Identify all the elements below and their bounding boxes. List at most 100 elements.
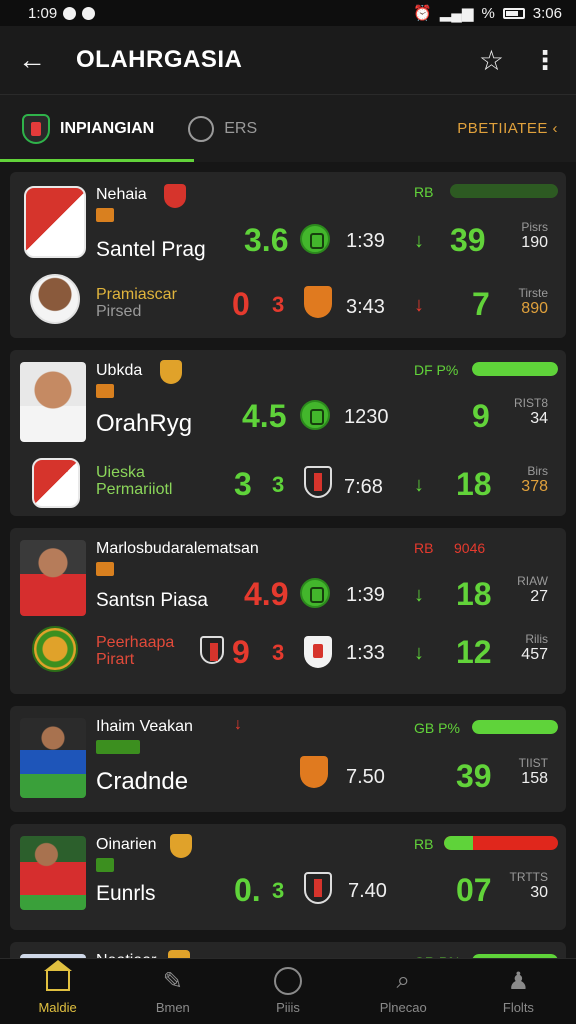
stat-value: 30 bbox=[530, 884, 548, 901]
team-name: OrahRyg bbox=[96, 410, 193, 437]
stat-label: Pisrs bbox=[521, 220, 548, 234]
team-name: Santsn Piasa bbox=[96, 590, 208, 612]
tab-label: INPIANGIAN bbox=[60, 119, 155, 137]
tab-inpiangian[interactable]: INPIANGIAN bbox=[22, 95, 154, 162]
player-photo bbox=[20, 836, 86, 910]
score: 0 bbox=[232, 286, 250, 322]
team-line2: Pirsed bbox=[96, 303, 142, 320]
arrow-down-icon: ↓ bbox=[414, 642, 424, 664]
avatar bbox=[30, 274, 80, 324]
search-icon: ⌕ bbox=[396, 967, 410, 994]
nav-label: Flolts bbox=[502, 1000, 534, 1015]
points: 18 bbox=[456, 466, 492, 502]
tab-right-link[interactable]: PBETIIATEE ‹ bbox=[457, 120, 558, 137]
stat-value: 378 bbox=[521, 478, 548, 495]
nav-label: Maldie bbox=[38, 1000, 77, 1015]
status-percent: % bbox=[481, 4, 495, 22]
back-arrow-icon[interactable]: ← bbox=[18, 44, 62, 76]
stat-value: 890 bbox=[521, 300, 548, 317]
progress-bar bbox=[472, 362, 558, 376]
tab-underline bbox=[0, 159, 194, 162]
team-icon bbox=[273, 967, 303, 995]
notification-icon bbox=[63, 6, 77, 20]
match-card[interactable]: Ubkda OrahRyg 4.5 1230 9 RIST8 34 DF P% … bbox=[10, 350, 566, 516]
bar-label: DF P% bbox=[414, 362, 459, 378]
league-name: Oinarien bbox=[96, 836, 157, 853]
club-shield-icon bbox=[304, 466, 332, 498]
stat-label: Rilis bbox=[525, 632, 548, 646]
team-name: Eunrls bbox=[96, 882, 156, 905]
tab-ers[interactable]: ERS bbox=[188, 95, 257, 162]
points: 9 bbox=[472, 398, 490, 434]
match-card[interactable]: Nehaia Santel Prag 3.6 1:39 ↓ 39 Pisrs 1… bbox=[10, 172, 566, 338]
team-line1: Pramiascar bbox=[96, 286, 177, 303]
points: 39 bbox=[450, 222, 486, 258]
points: 18 bbox=[456, 576, 492, 612]
club-shield-icon bbox=[200, 636, 224, 664]
facebook-icon bbox=[82, 6, 96, 20]
team-name-text: Santsn Piasa bbox=[96, 590, 208, 611]
stat: TIIST 158 bbox=[502, 756, 548, 787]
nav-item-flolts[interactable]: ♟ Flolts bbox=[461, 959, 576, 1024]
score: 3 bbox=[234, 466, 252, 502]
bar-label: RB bbox=[414, 184, 434, 200]
team-crest-icon bbox=[170, 834, 192, 858]
bar-value: 9046 bbox=[454, 540, 486, 556]
rank-badge bbox=[96, 384, 114, 398]
nav-label: Piiis bbox=[276, 1000, 300, 1015]
battery-icon bbox=[502, 7, 525, 19]
nav-item-maldie[interactable]: Maldie bbox=[0, 959, 115, 1024]
club-shield-icon bbox=[300, 756, 328, 788]
stat-value: 190 bbox=[521, 234, 548, 251]
match-time: 7.50 bbox=[346, 766, 385, 788]
player-photo bbox=[20, 540, 86, 616]
club-shield-icon bbox=[304, 286, 332, 318]
rank-badge bbox=[96, 208, 114, 222]
stat: RIST8 34 bbox=[502, 396, 548, 427]
nav-label: Bmen bbox=[155, 1000, 190, 1015]
signal-icon: ▂▄▆ bbox=[439, 5, 474, 22]
status-clock: 3:06 bbox=[532, 4, 562, 22]
score: 4.9 bbox=[244, 576, 289, 612]
nav-item-bmen[interactable]: ✎ Bmen bbox=[115, 959, 230, 1024]
stat-label: TRTTS bbox=[509, 870, 548, 884]
ball-icon bbox=[300, 400, 330, 430]
club-shield-icon bbox=[304, 636, 332, 668]
arrow-down-icon: ↓ bbox=[414, 294, 424, 316]
nav-label: Plnecao bbox=[379, 1000, 427, 1015]
stat: TRTTS 30 bbox=[502, 870, 548, 901]
club-logo bbox=[32, 458, 80, 508]
score-secondary: 3 bbox=[272, 472, 285, 497]
match-card[interactable]: Oinarien Eunrls 0. 3 7.40 07 TRTTS 30 RB bbox=[10, 824, 566, 930]
ball-icon bbox=[300, 224, 330, 254]
bar-label: GB P% bbox=[414, 720, 460, 736]
stat: Rilis 457 bbox=[502, 632, 548, 663]
bar-label: RB bbox=[414, 540, 434, 556]
club-logo bbox=[32, 626, 78, 672]
rank-badge bbox=[96, 740, 140, 754]
score: 4.5 bbox=[242, 398, 287, 434]
points: 12 bbox=[456, 634, 492, 670]
player-photo bbox=[20, 362, 86, 442]
more-vert-icon[interactable]: ⋮ bbox=[532, 45, 558, 76]
points: 39 bbox=[456, 758, 492, 794]
match-card[interactable]: Marlosbudaralematsan Santsn Piasa 4.9 1:… bbox=[10, 528, 566, 694]
club-shield-icon bbox=[304, 872, 332, 904]
score: 9 bbox=[232, 634, 250, 670]
stat: Pisrs 190 bbox=[502, 220, 548, 251]
edit-icon: ✎ bbox=[162, 967, 183, 995]
match-list: Nehaia Santel Prag 3.6 1:39 ↓ 39 Pisrs 1… bbox=[10, 172, 566, 1014]
score-secondary: 3 bbox=[272, 292, 285, 317]
match-card[interactable]: Ihaim Veakan ↓ Cradnde 7.50 39 TIIST 158… bbox=[10, 706, 566, 812]
league-name: Ihaim Veakan bbox=[96, 718, 193, 735]
progress-bar bbox=[472, 720, 558, 734]
team-name: Peerhaapa Pirart bbox=[96, 634, 174, 668]
star-icon[interactable]: ☆ bbox=[479, 44, 504, 77]
stat: Birs 378 bbox=[502, 464, 548, 495]
stat-value: 457 bbox=[521, 646, 548, 663]
arrow-down-icon: ↓ bbox=[414, 584, 424, 606]
nav-item-piiis[interactable]: Piiis bbox=[230, 959, 345, 1024]
league-name: Nehaia bbox=[96, 186, 147, 203]
progress-bar bbox=[450, 184, 558, 198]
nav-item-plnecao[interactable]: ⌕ Plnecao bbox=[346, 959, 461, 1024]
